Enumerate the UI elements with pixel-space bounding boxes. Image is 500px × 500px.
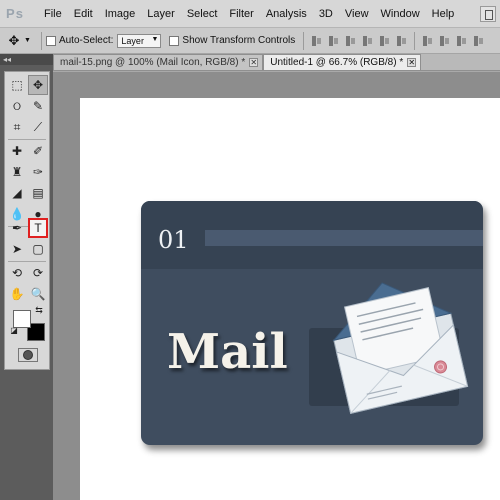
options-bar: ✥ ▼ Auto-Select: Layer Show Transform Co… <box>0 28 500 54</box>
tool-preset-dropdown-icon[interactable]: ▼ <box>24 37 31 44</box>
zoom-tool-icon[interactable]: 🔍 <box>28 284 48 304</box>
auto-select-dropdown[interactable]: Layer <box>117 33 162 48</box>
toolbox: ⬚ ✥ ଠ ✎ ⌗ ⟋ ✚ ✐ ♜ ✑ ◢ ▤ 💧 ● ✒ T ➤ ▢ ⟲ ⟳ … <box>4 71 50 370</box>
move-tool-icon[interactable]: ✥ <box>4 33 24 49</box>
hand-tool-icon[interactable]: ✋ <box>7 284 27 304</box>
close-icon[interactable]: ✕ <box>249 58 259 67</box>
menu-analysis[interactable]: Analysis <box>260 8 313 20</box>
distribute-top-icon[interactable] <box>421 34 434 48</box>
default-colors-icon[interactable]: ◪ <box>9 325 19 335</box>
menu-3d[interactable]: 3D <box>313 8 339 20</box>
type-tool-icon[interactable]: T <box>28 218 48 238</box>
healing-brush-tool-icon[interactable]: ✚ <box>7 141 27 161</box>
align-hcenter-icon[interactable] <box>378 34 391 48</box>
card-header-bar <box>205 230 483 246</box>
panel-collapse-button[interactable]: ◂◂ <box>0 54 53 65</box>
lasso-tool-icon[interactable]: ଠ <box>7 96 27 116</box>
menu-bar: Ps File Edit Image Layer Select Filter A… <box>0 0 500 28</box>
auto-select-label: Auto-Select: <box>58 35 114 46</box>
move-tool-icon[interactable]: ✥ <box>28 75 48 95</box>
marquee-tool-icon[interactable]: ⬚ <box>7 75 27 95</box>
align-vcenter-icon[interactable] <box>327 34 340 48</box>
show-transform-label: Show Transform Controls <box>182 35 296 46</box>
card-title: Mail <box>167 324 288 380</box>
divider <box>40 31 42 50</box>
menu-image[interactable]: Image <box>99 8 142 20</box>
crop-tool-icon[interactable]: ⌗ <box>7 117 27 137</box>
history-brush-tool-icon[interactable]: ✑ <box>28 162 48 182</box>
tab-untitled-1[interactable]: Untitled-1 @ 66.7% (RGB/8) * ✕ <box>263 54 422 70</box>
eraser-tool-icon[interactable]: ◢ <box>7 183 27 203</box>
menu-help[interactable]: Help <box>426 8 461 20</box>
divider <box>303 31 305 50</box>
auto-select-value: Layer <box>121 35 144 46</box>
quick-selection-tool-icon[interactable]: ✎ <box>28 96 48 116</box>
envelope-icon <box>309 282 469 414</box>
align-left-icon[interactable] <box>361 34 374 48</box>
align-bottom-icon[interactable] <box>344 34 357 48</box>
brush-tool-icon[interactable]: ✐ <box>28 141 48 161</box>
window-restore-button[interactable] <box>480 6 496 22</box>
divider <box>414 31 416 50</box>
align-top-icon[interactable] <box>310 34 323 48</box>
divider <box>8 139 46 140</box>
3d-rotate-tool-icon[interactable]: ⟲ <box>7 263 27 283</box>
menu-edit[interactable]: Edit <box>68 8 99 20</box>
gradient-tool-icon[interactable]: ▤ <box>28 183 48 203</box>
swap-colors-icon[interactable]: ⇆ <box>33 304 45 316</box>
card-number: 01 <box>158 226 189 254</box>
menu-view[interactable]: View <box>339 8 375 20</box>
menu-filter[interactable]: Filter <box>223 8 259 20</box>
quick-mask-button[interactable] <box>18 348 38 362</box>
path-selection-tool-icon[interactable]: ➤ <box>7 239 27 259</box>
align-right-icon[interactable] <box>395 34 408 48</box>
show-transform-checkbox[interactable] <box>169 35 180 46</box>
eyedropper-tool-icon[interactable]: ⟋ <box>28 117 48 137</box>
3d-orbit-tool-icon[interactable]: ⟳ <box>28 263 48 283</box>
auto-select-checkbox[interactable] <box>45 35 56 46</box>
menu-window[interactable]: Window <box>375 8 426 20</box>
app-logo: Ps <box>6 6 24 21</box>
shape-tool-icon[interactable]: ▢ <box>28 239 48 259</box>
tab-label: mail-15.png @ 100% (Mail Icon, RGB/8) * <box>60 57 246 68</box>
mail-card: 01 Mail <box>141 201 483 445</box>
menu-file[interactable]: File <box>38 8 68 20</box>
distribute-left-icon[interactable] <box>472 34 485 48</box>
clone-stamp-tool-icon[interactable]: ♜ <box>7 162 27 182</box>
close-icon[interactable]: ✕ <box>407 58 417 67</box>
tab-mail-15[interactable]: mail-15.png @ 100% (Mail Icon, RGB/8) * … <box>53 54 264 70</box>
distribute-bottom-icon[interactable] <box>455 34 468 48</box>
menu-layer[interactable]: Layer <box>141 8 181 20</box>
menu-select[interactable]: Select <box>181 8 224 20</box>
document-tab-bar: mail-15.png @ 100% (Mail Icon, RGB/8) * … <box>53 54 500 71</box>
tab-label: Untitled-1 @ 66.7% (RGB/8) * <box>270 57 404 68</box>
align-buttons <box>308 31 487 50</box>
distribute-vcenter-icon[interactable] <box>438 34 451 48</box>
pen-tool-icon[interactable]: ✒ <box>7 218 27 238</box>
divider <box>8 261 46 262</box>
